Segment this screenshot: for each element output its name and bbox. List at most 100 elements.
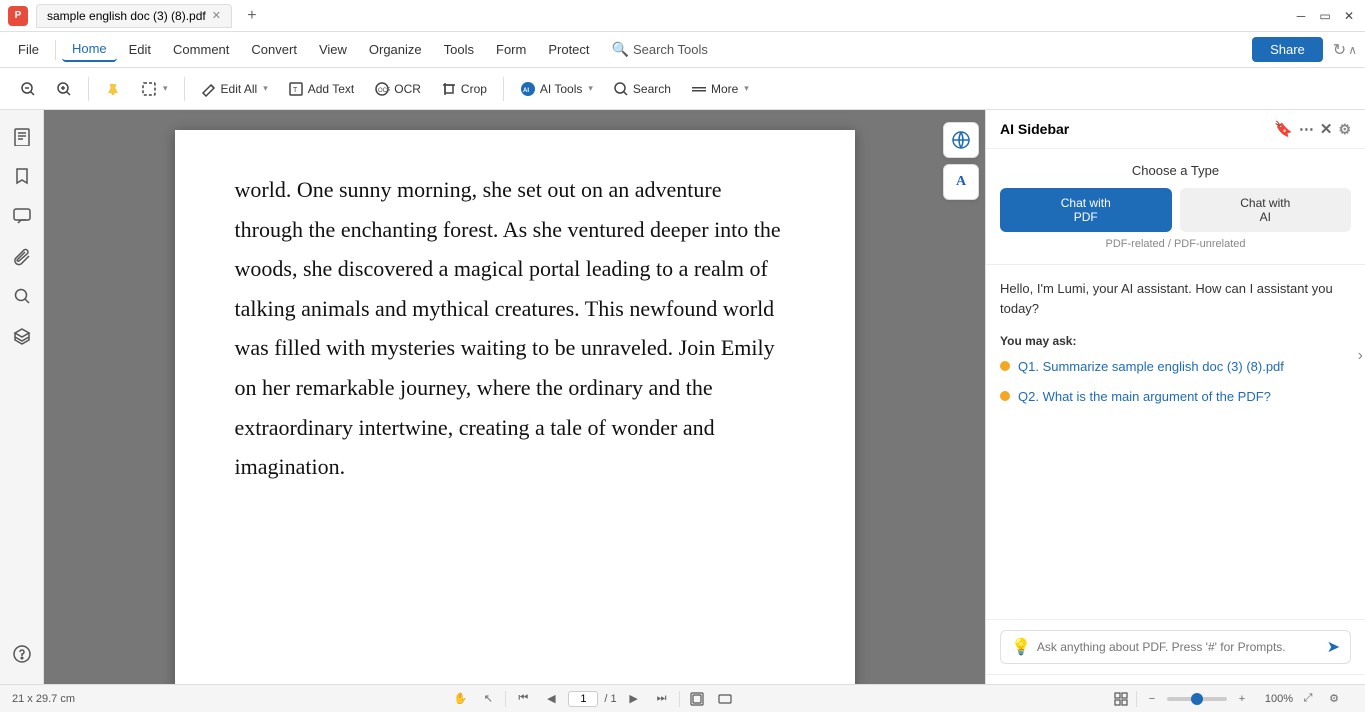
menu-edit[interactable]: Edit xyxy=(119,38,161,61)
new-tab-btn[interactable]: + xyxy=(240,4,264,28)
rect-select-btn[interactable]: ▾ xyxy=(133,76,176,102)
ai-type-section: Choose a Type Chat withPDF Chat withAI P… xyxy=(986,149,1365,265)
add-text-label: Add Text xyxy=(308,82,354,96)
more-btn[interactable]: More ▾ xyxy=(683,76,757,102)
more-icon xyxy=(691,81,707,97)
toolbar: ▾ Edit All ▾ T Add Text OCR OCR Crop xyxy=(0,68,1365,110)
prev-page-btn[interactable]: ◀ xyxy=(540,688,562,710)
ocr-icon: OCR xyxy=(374,81,390,97)
ai-input-area: 💡 ➤ xyxy=(986,619,1365,674)
search-tools-icon: 🔍 xyxy=(612,41,629,58)
ai-may-ask: You may ask: xyxy=(1000,334,1351,348)
edit-icon xyxy=(201,81,217,97)
ai-q-text-2: Q2. What is the main argument of the PDF… xyxy=(1018,388,1271,406)
tab-close-btn[interactable]: ✕ xyxy=(212,9,221,22)
font-icon[interactable]: A xyxy=(943,164,979,200)
translate-icon[interactable] xyxy=(943,122,979,158)
ai-tools-btn[interactable]: AI AI Tools ▾ xyxy=(512,76,601,102)
highlight-icon xyxy=(105,81,121,97)
comment-icon[interactable] xyxy=(4,198,40,234)
zoom-in-status-btn[interactable]: + xyxy=(1231,688,1253,710)
pages-icon[interactable] xyxy=(4,118,40,154)
attachment-icon[interactable] xyxy=(4,238,40,274)
ai-settings-icon[interactable]: ⚙ xyxy=(1338,121,1351,138)
zoom-out-icon xyxy=(20,81,36,97)
last-page-btn[interactable]: ⏭ xyxy=(651,688,673,710)
ai-close-icon[interactable]: ✕ xyxy=(1320,120,1333,138)
hand-tool-btn[interactable]: ✋ xyxy=(449,688,471,710)
title-bar: P sample english doc (3) (8).pdf ✕ + ─ ▭… xyxy=(0,0,1365,32)
ai-more-icon[interactable]: ⋯ xyxy=(1299,120,1314,138)
ai-save-icon[interactable]: 🔖 xyxy=(1274,120,1293,138)
ai-q-text-1: Q1. Summarize sample english doc (3) (8)… xyxy=(1018,358,1284,376)
minimize-btn[interactable]: ─ xyxy=(1293,8,1309,24)
ocr-btn[interactable]: OCR OCR xyxy=(366,76,429,102)
zoom-out-btn[interactable] xyxy=(12,76,44,102)
menu-tools[interactable]: Tools xyxy=(434,38,484,61)
more-arrow: ▾ xyxy=(744,83,749,94)
ai-question-1[interactable]: Q1. Summarize sample english doc (3) (8)… xyxy=(1000,358,1351,376)
menu-view[interactable]: View xyxy=(309,38,357,61)
chat-with-pdf-btn[interactable]: Chat withPDF xyxy=(1000,188,1172,232)
select-tool-btn[interactable]: ↖ xyxy=(477,688,499,710)
search-tools-label: Search Tools xyxy=(633,42,708,57)
menu-organize[interactable]: Organize xyxy=(359,38,432,61)
search-sidebar-icon[interactable] xyxy=(4,278,40,314)
zoom-area: − + 100% ⤢ ⚙ xyxy=(1110,688,1345,710)
fit-page-btn[interactable] xyxy=(686,688,708,710)
close-btn[interactable]: ✕ xyxy=(1341,8,1357,24)
crop-label: Crop xyxy=(461,82,487,96)
font-icon-label: A xyxy=(956,174,966,190)
highlight-btn[interactable] xyxy=(97,76,129,102)
menu-convert[interactable]: Convert xyxy=(241,38,307,61)
fullscreen-btn[interactable]: ⤢ xyxy=(1297,688,1319,710)
ai-type-buttons: Chat withPDF Chat withAI xyxy=(1000,188,1351,232)
float-sidebar: A xyxy=(943,122,979,200)
menu-protect[interactable]: Protect xyxy=(538,38,599,61)
menu-home[interactable]: Home xyxy=(62,37,117,62)
status-sep-3 xyxy=(1136,691,1137,707)
zoom-thumb[interactable] xyxy=(1191,693,1203,705)
chat-with-ai-btn[interactable]: Chat withAI xyxy=(1180,188,1352,232)
crop-icon xyxy=(441,81,457,97)
share-button[interactable]: Share xyxy=(1252,37,1323,62)
menu-form[interactable]: Form xyxy=(486,38,536,61)
first-page-btn[interactable]: ⏮ xyxy=(512,688,534,710)
zoom-slider[interactable] xyxy=(1167,697,1227,701)
settings-btn[interactable]: ⚙ xyxy=(1323,688,1345,710)
collapse-icon[interactable]: ∧ xyxy=(1348,43,1357,57)
help-icon[interactable] xyxy=(4,636,40,672)
status-sep-1 xyxy=(505,691,506,707)
zoom-out-status-btn[interactable]: − xyxy=(1141,688,1163,710)
layers-icon[interactable] xyxy=(4,318,40,354)
document-tab[interactable]: sample english doc (3) (8).pdf ✕ xyxy=(36,4,232,28)
ai-sidebar-header: AI Sidebar 🔖 ⋯ ✕ ⚙ xyxy=(986,110,1365,149)
page-number-input[interactable] xyxy=(568,691,598,707)
bookmark-icon[interactable] xyxy=(4,158,40,194)
ai-choose-type: Choose a Type xyxy=(1000,163,1351,178)
app-icon: P xyxy=(8,6,28,26)
ai-send-btn[interactable]: ➤ xyxy=(1327,637,1340,657)
view-mode-btn[interactable] xyxy=(1110,688,1132,710)
search-btn[interactable]: Search xyxy=(605,76,679,102)
toolbar-sep-3 xyxy=(503,77,504,101)
menu-comment[interactable]: Comment xyxy=(163,38,239,61)
zoom-in-btn[interactable] xyxy=(48,76,80,102)
zoom-in-icon xyxy=(56,81,72,97)
ai-sidebar: AI Sidebar 🔖 ⋯ ✕ ⚙ Choose a Type Chat wi… xyxy=(985,110,1365,712)
search-tools-area[interactable]: 🔍 Search Tools xyxy=(602,37,718,62)
ai-input-field[interactable] xyxy=(1037,640,1321,654)
left-sidebar xyxy=(0,110,44,712)
crop-btn[interactable]: Crop xyxy=(433,76,495,102)
ai-question-2[interactable]: Q2. What is the main argument of the PDF… xyxy=(1000,388,1351,406)
ai-tools-label: AI Tools xyxy=(540,82,582,96)
add-text-btn[interactable]: T Add Text xyxy=(280,76,362,102)
menu-file[interactable]: File xyxy=(8,38,49,61)
ai-sidebar-expand-btn[interactable]: › xyxy=(1358,347,1363,365)
ai-q-dot-2 xyxy=(1000,391,1010,401)
maximize-btn[interactable]: ▭ xyxy=(1317,8,1333,24)
edit-all-btn[interactable]: Edit All ▾ xyxy=(193,76,276,102)
fit-width-btn[interactable] xyxy=(714,688,736,710)
sync-icon[interactable]: ↻ xyxy=(1333,40,1346,60)
next-page-btn[interactable]: ▶ xyxy=(623,688,645,710)
